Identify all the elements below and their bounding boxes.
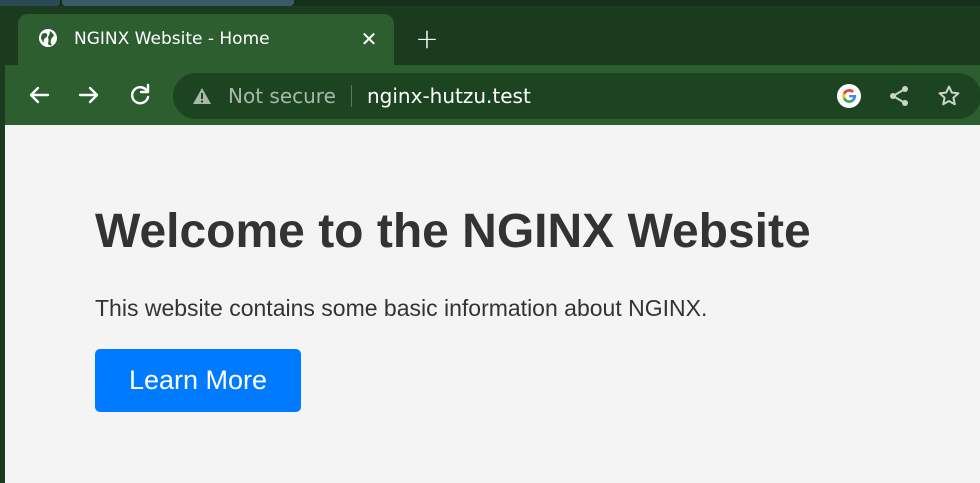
back-button[interactable] bbox=[23, 79, 55, 111]
forward-button[interactable] bbox=[73, 79, 105, 111]
new-tab-button[interactable]: + bbox=[412, 25, 442, 55]
active-tab[interactable]: NGINX Website - Home ✕ bbox=[18, 14, 394, 65]
browser-toolbar: Not secure nginx-hutzu.test bbox=[5, 65, 980, 125]
page-content: Welcome to the NGINX Website This websit… bbox=[5, 125, 980, 483]
background-window-edge bbox=[0, 0, 60, 6]
share-icon[interactable] bbox=[887, 84, 911, 108]
star-icon[interactable] bbox=[937, 84, 961, 108]
reload-icon bbox=[131, 83, 150, 105]
arrow-right-icon bbox=[78, 86, 99, 104]
warning-icon[interactable] bbox=[191, 86, 213, 106]
page-heading: Welcome to the NGINX Website bbox=[95, 205, 811, 258]
security-status-label[interactable]: Not secure bbox=[228, 84, 336, 108]
background-window-edge bbox=[62, 0, 294, 6]
close-tab-icon[interactable]: ✕ bbox=[358, 28, 380, 50]
tab-title: NGINX Website - Home bbox=[74, 29, 270, 49]
globe-icon bbox=[38, 28, 58, 48]
arrow-left-icon bbox=[29, 86, 50, 104]
reload-button[interactable] bbox=[124, 79, 156, 111]
address-divider bbox=[351, 85, 352, 107]
url-text[interactable]: nginx-hutzu.test bbox=[367, 84, 531, 108]
page-description: This website contains some basic informa… bbox=[95, 295, 708, 321]
learn-more-button[interactable]: Learn More bbox=[95, 349, 301, 412]
window-top-edge bbox=[0, 0, 980, 6]
google-icon[interactable] bbox=[837, 84, 861, 108]
tab-strip: NGINX Website - Home ✕ + bbox=[0, 0, 980, 65]
address-bar[interactable]: Not secure nginx-hutzu.test bbox=[173, 73, 980, 119]
